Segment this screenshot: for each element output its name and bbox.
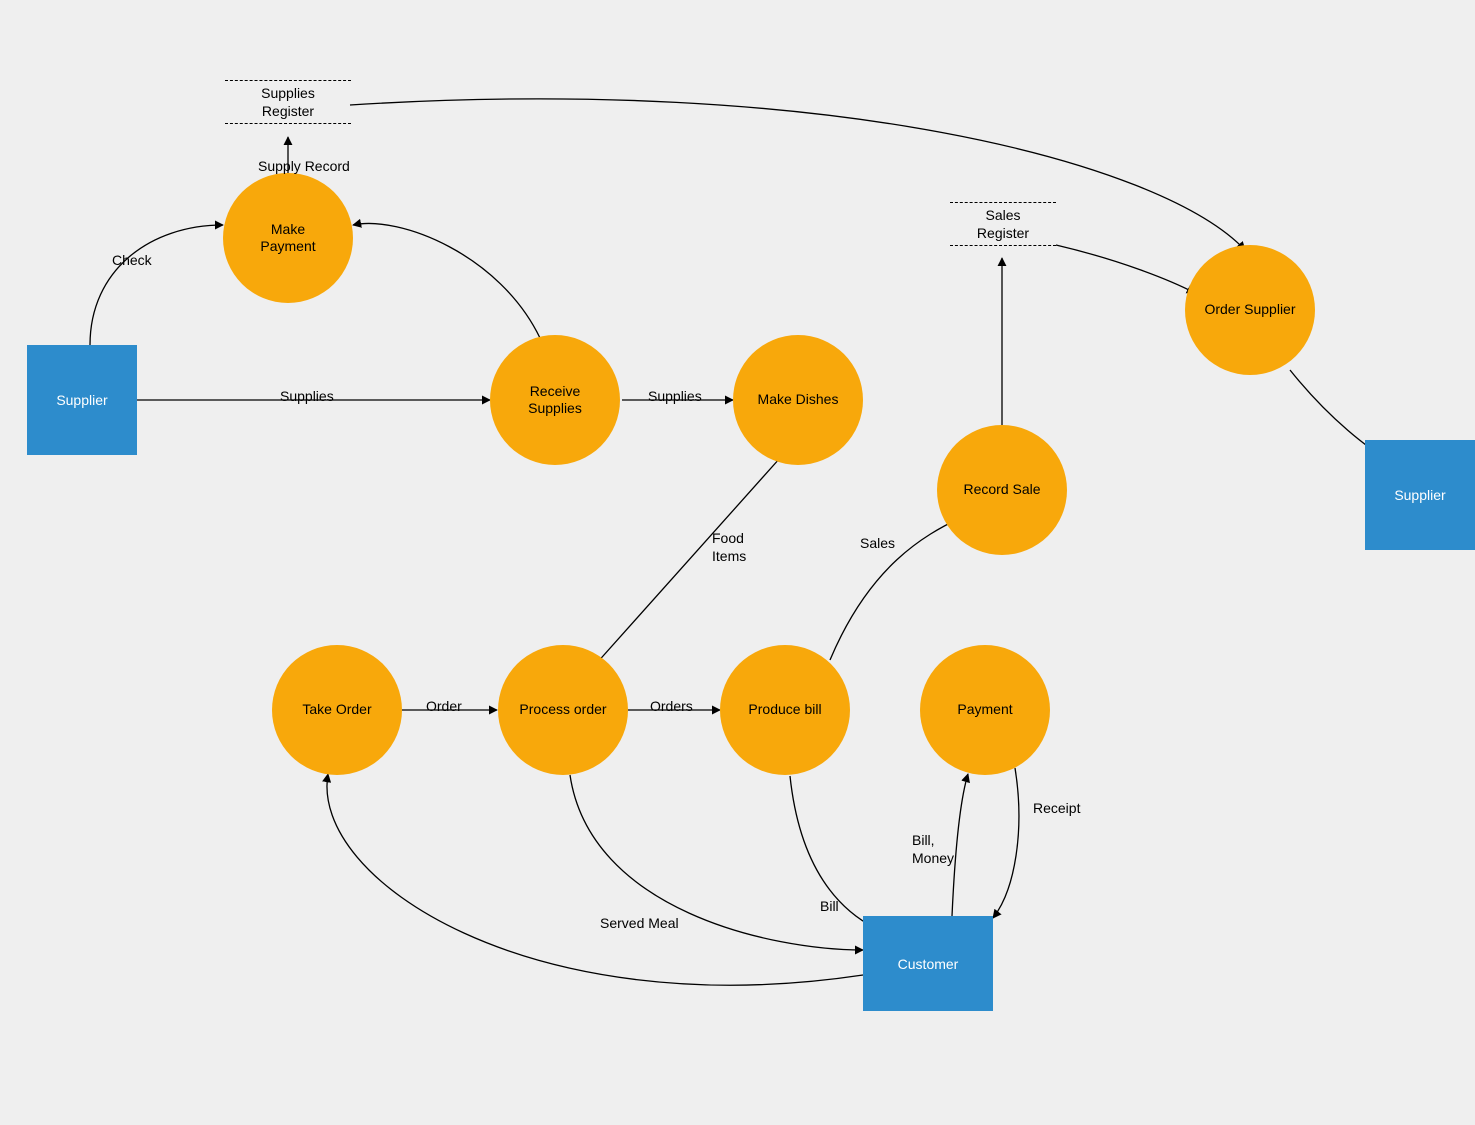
label-supplies: Supplies [280,388,334,406]
process-take-order: Take Order [272,645,402,775]
process-make-payment: MakePayment [223,173,353,303]
label-receipt: Receipt [1033,800,1080,818]
process-label: Process order [513,701,612,719]
entity-label: Supplier [56,392,107,408]
entity-label: Customer [898,956,959,972]
process-label: Take Order [296,701,377,719]
entity-label: Supplier [1394,487,1445,503]
label-check: Check [112,252,152,270]
label-supplies2: Supplies [648,388,702,406]
store-sales-register: SalesRegister [950,202,1056,246]
entity-supplier-right: Supplier [1365,440,1475,550]
label-food-items: FoodItems [712,530,746,565]
label-bill-money: Bill,Money [912,832,954,867]
process-record-sale: Record Sale [937,425,1067,555]
process-order-supplier: Order Supplier [1185,245,1315,375]
process-process-order: Process order [498,645,628,775]
process-label: Produce bill [742,701,827,719]
label-order: Order [426,698,462,716]
label-orders: Orders [650,698,693,716]
process-label: Order Supplier [1198,301,1301,319]
store-label: SuppliesRegister [225,81,351,123]
process-produce-bill: Produce bill [720,645,850,775]
process-label: ReceiveSupplies [522,383,588,418]
process-label: Payment [951,701,1018,719]
label-supply-record: Supply Record [258,158,350,176]
label-sales: Sales [860,535,895,553]
store-label: SalesRegister [950,203,1056,245]
process-label: Record Sale [957,481,1046,499]
process-label: Make Dishes [752,391,845,409]
process-label: MakePayment [254,221,321,256]
entity-customer: Customer [863,916,993,1011]
label-served-meal: Served Meal [600,915,679,933]
label-bill: Bill [820,898,839,916]
store-supplies-register: SuppliesRegister [225,80,351,124]
entity-supplier-left: Supplier [27,345,137,455]
process-payment: Payment [920,645,1050,775]
process-make-dishes: Make Dishes [733,335,863,465]
process-receive-supplies: ReceiveSupplies [490,335,620,465]
